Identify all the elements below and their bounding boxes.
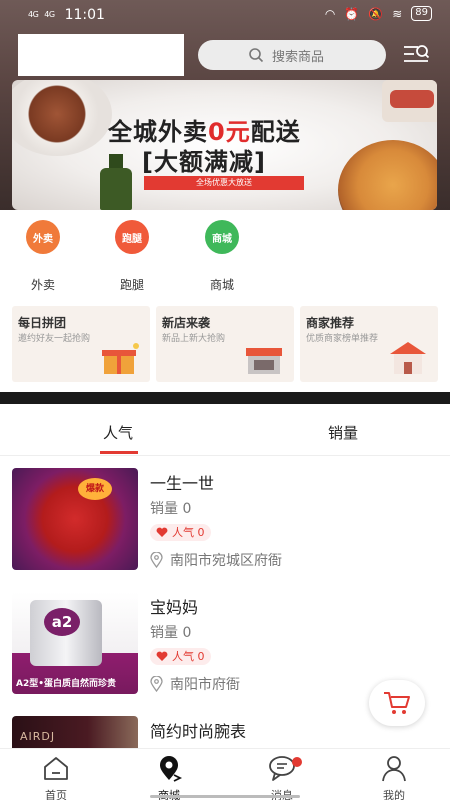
product-logo: a2 xyxy=(44,608,80,636)
network-indicator-1: 4G xyxy=(28,10,39,19)
active-tab-indicator xyxy=(100,451,138,454)
cart-icon xyxy=(384,692,410,714)
section-divider xyxy=(0,392,450,404)
nav-label: 首页 xyxy=(45,789,67,800)
gift-box-icon xyxy=(102,343,139,374)
promo-title: 新店来袭 xyxy=(162,316,211,330)
mall-icon: 商城 xyxy=(205,220,239,254)
nav-label: 消息 xyxy=(252,787,312,800)
nav-mall[interactable]: 商城 xyxy=(139,753,199,800)
promo-cards: 每日拼团 邀约好友一起抢购 新店来袭 新品上新大抢购 商家推荐 优质商家榜单推荐 xyxy=(12,306,438,384)
popularity-text: 人气 0 xyxy=(172,650,205,663)
nav-label: 我的 xyxy=(383,789,405,800)
quick-entry-row: 外卖 外卖 跑腿 跑腿 商城 商城 xyxy=(0,220,450,300)
heart-icon xyxy=(156,651,168,661)
shop-house-icon xyxy=(390,342,426,374)
errand-icon: 跑腿 xyxy=(115,220,149,254)
network-indicator-2: 4G xyxy=(44,10,55,19)
search-bar[interactable]: 搜索商品 xyxy=(198,40,386,70)
product-sales: 销量 0 xyxy=(150,625,192,641)
takeout-icon: 外卖 xyxy=(26,220,60,254)
quick-entry-label: 跑腿 xyxy=(119,278,144,292)
promo-subtitle: 优质商家榜单推荐 xyxy=(306,334,379,344)
product-address: 南阳市宛城区府衙 xyxy=(150,550,282,570)
location-pin-icon xyxy=(150,676,163,692)
category-menu-icon[interactable] xyxy=(402,42,430,66)
heart-icon xyxy=(156,527,168,537)
home-indicator xyxy=(150,795,300,798)
product-title: 宝妈妈 xyxy=(150,598,199,617)
banner-subline: [大额满减] xyxy=(142,148,266,176)
promo-subtitle: 新品上新大抢购 xyxy=(162,334,226,344)
product-title: 简约时尚腕表 xyxy=(150,722,247,741)
product-title: 一生一世 xyxy=(150,474,215,493)
popularity-text: 人气 0 xyxy=(172,526,205,539)
quick-entry-mall[interactable]: 商城 商城 xyxy=(187,220,257,293)
promo-subtitle: 邀约好友一起抢购 xyxy=(18,334,91,344)
alarm-icon: ⏰ xyxy=(344,6,360,21)
banner-pizza-image xyxy=(338,140,437,210)
tab-popular[interactable]: 人气 xyxy=(103,422,133,443)
storefront-icon xyxy=(246,348,282,374)
location-pin-icon xyxy=(150,552,163,568)
promo-card-group-buy[interactable]: 每日拼团 邀约好友一起抢购 xyxy=(12,306,150,382)
battery-indicator: 89 xyxy=(411,6,432,21)
map-pin-icon xyxy=(160,756,183,782)
list-item[interactable]: 爆款 一生一世 销量 0 人气 0 南阳市宛城区府衙 xyxy=(0,456,450,580)
user-icon xyxy=(382,756,406,782)
app-logo xyxy=(18,34,184,76)
tab-sales[interactable]: 销量 xyxy=(328,422,358,443)
sort-tabs: 人气 销量 xyxy=(0,404,450,456)
nav-home[interactable]: 首页 xyxy=(26,753,86,800)
quick-entry-label: 外卖 xyxy=(30,278,55,292)
banner-tag: 全场优惠大放送 xyxy=(144,176,304,190)
search-icon xyxy=(249,48,264,63)
bottom-nav: 首页 商城 消息 我的 xyxy=(0,748,450,800)
search-placeholder: 搜索商品 xyxy=(272,49,325,65)
product-address: 南阳市府衙 xyxy=(150,674,240,694)
quick-entry-takeout[interactable]: 外卖 外卖 xyxy=(8,220,78,293)
unread-dot xyxy=(292,757,302,767)
promo-title: 商家推荐 xyxy=(306,316,355,330)
product-brand: AIRDJ xyxy=(20,730,56,743)
promo-title: 每日拼团 xyxy=(18,316,67,330)
popularity-badge: 人气 0 xyxy=(150,648,211,665)
promo-card-new-store[interactable]: 新店来袭 新品上新大抢购 xyxy=(156,306,294,382)
mute-icon: 🔕 xyxy=(368,6,384,21)
banner-steak-image xyxy=(12,80,112,156)
popularity-badge: 人气 0 xyxy=(150,524,211,541)
home-icon xyxy=(44,757,68,780)
app-screen: 4G 4G 11:01 ◠ ⏰ 🔕 ≋ 89 搜索商品 全城外卖0元配送 [大额… xyxy=(0,0,450,800)
wifi-icon: ≋ xyxy=(392,6,403,21)
nav-profile[interactable]: 我的 xyxy=(364,753,424,800)
address-text: 南阳市宛城区府衙 xyxy=(170,553,282,569)
product-image: a2 A2型•蛋白质自然而珍贵 xyxy=(12,592,138,694)
nav-messages[interactable]: 消息 xyxy=(252,753,312,800)
product-image-caption: A2型•蛋白质自然而珍贵 xyxy=(16,679,116,689)
headphones-icon: ◠ xyxy=(324,6,336,21)
promo-card-merchant-rec[interactable]: 商家推荐 优质商家榜单推荐 xyxy=(300,306,438,382)
status-time: 11:01 xyxy=(64,7,105,23)
cart-button[interactable] xyxy=(369,680,425,726)
hot-badge: 爆款 xyxy=(78,478,112,500)
promo-banner[interactable]: 全城外卖0元配送 [大额满减] 全场优惠大放送 xyxy=(12,80,437,210)
banner-cake-image xyxy=(382,80,437,122)
nav-label: 商城 xyxy=(139,787,199,800)
banner-bottle-image xyxy=(100,154,132,210)
product-sales: 销量 0 xyxy=(150,501,192,517)
address-text: 南阳市府衙 xyxy=(170,677,240,693)
quick-entry-label: 商城 xyxy=(209,278,234,292)
quick-entry-errand[interactable]: 跑腿 跑腿 xyxy=(97,220,167,293)
status-bar: 4G 4G 11:01 ◠ ⏰ 🔕 ≋ 89 xyxy=(0,0,450,30)
product-image: 爆款 xyxy=(12,468,138,570)
